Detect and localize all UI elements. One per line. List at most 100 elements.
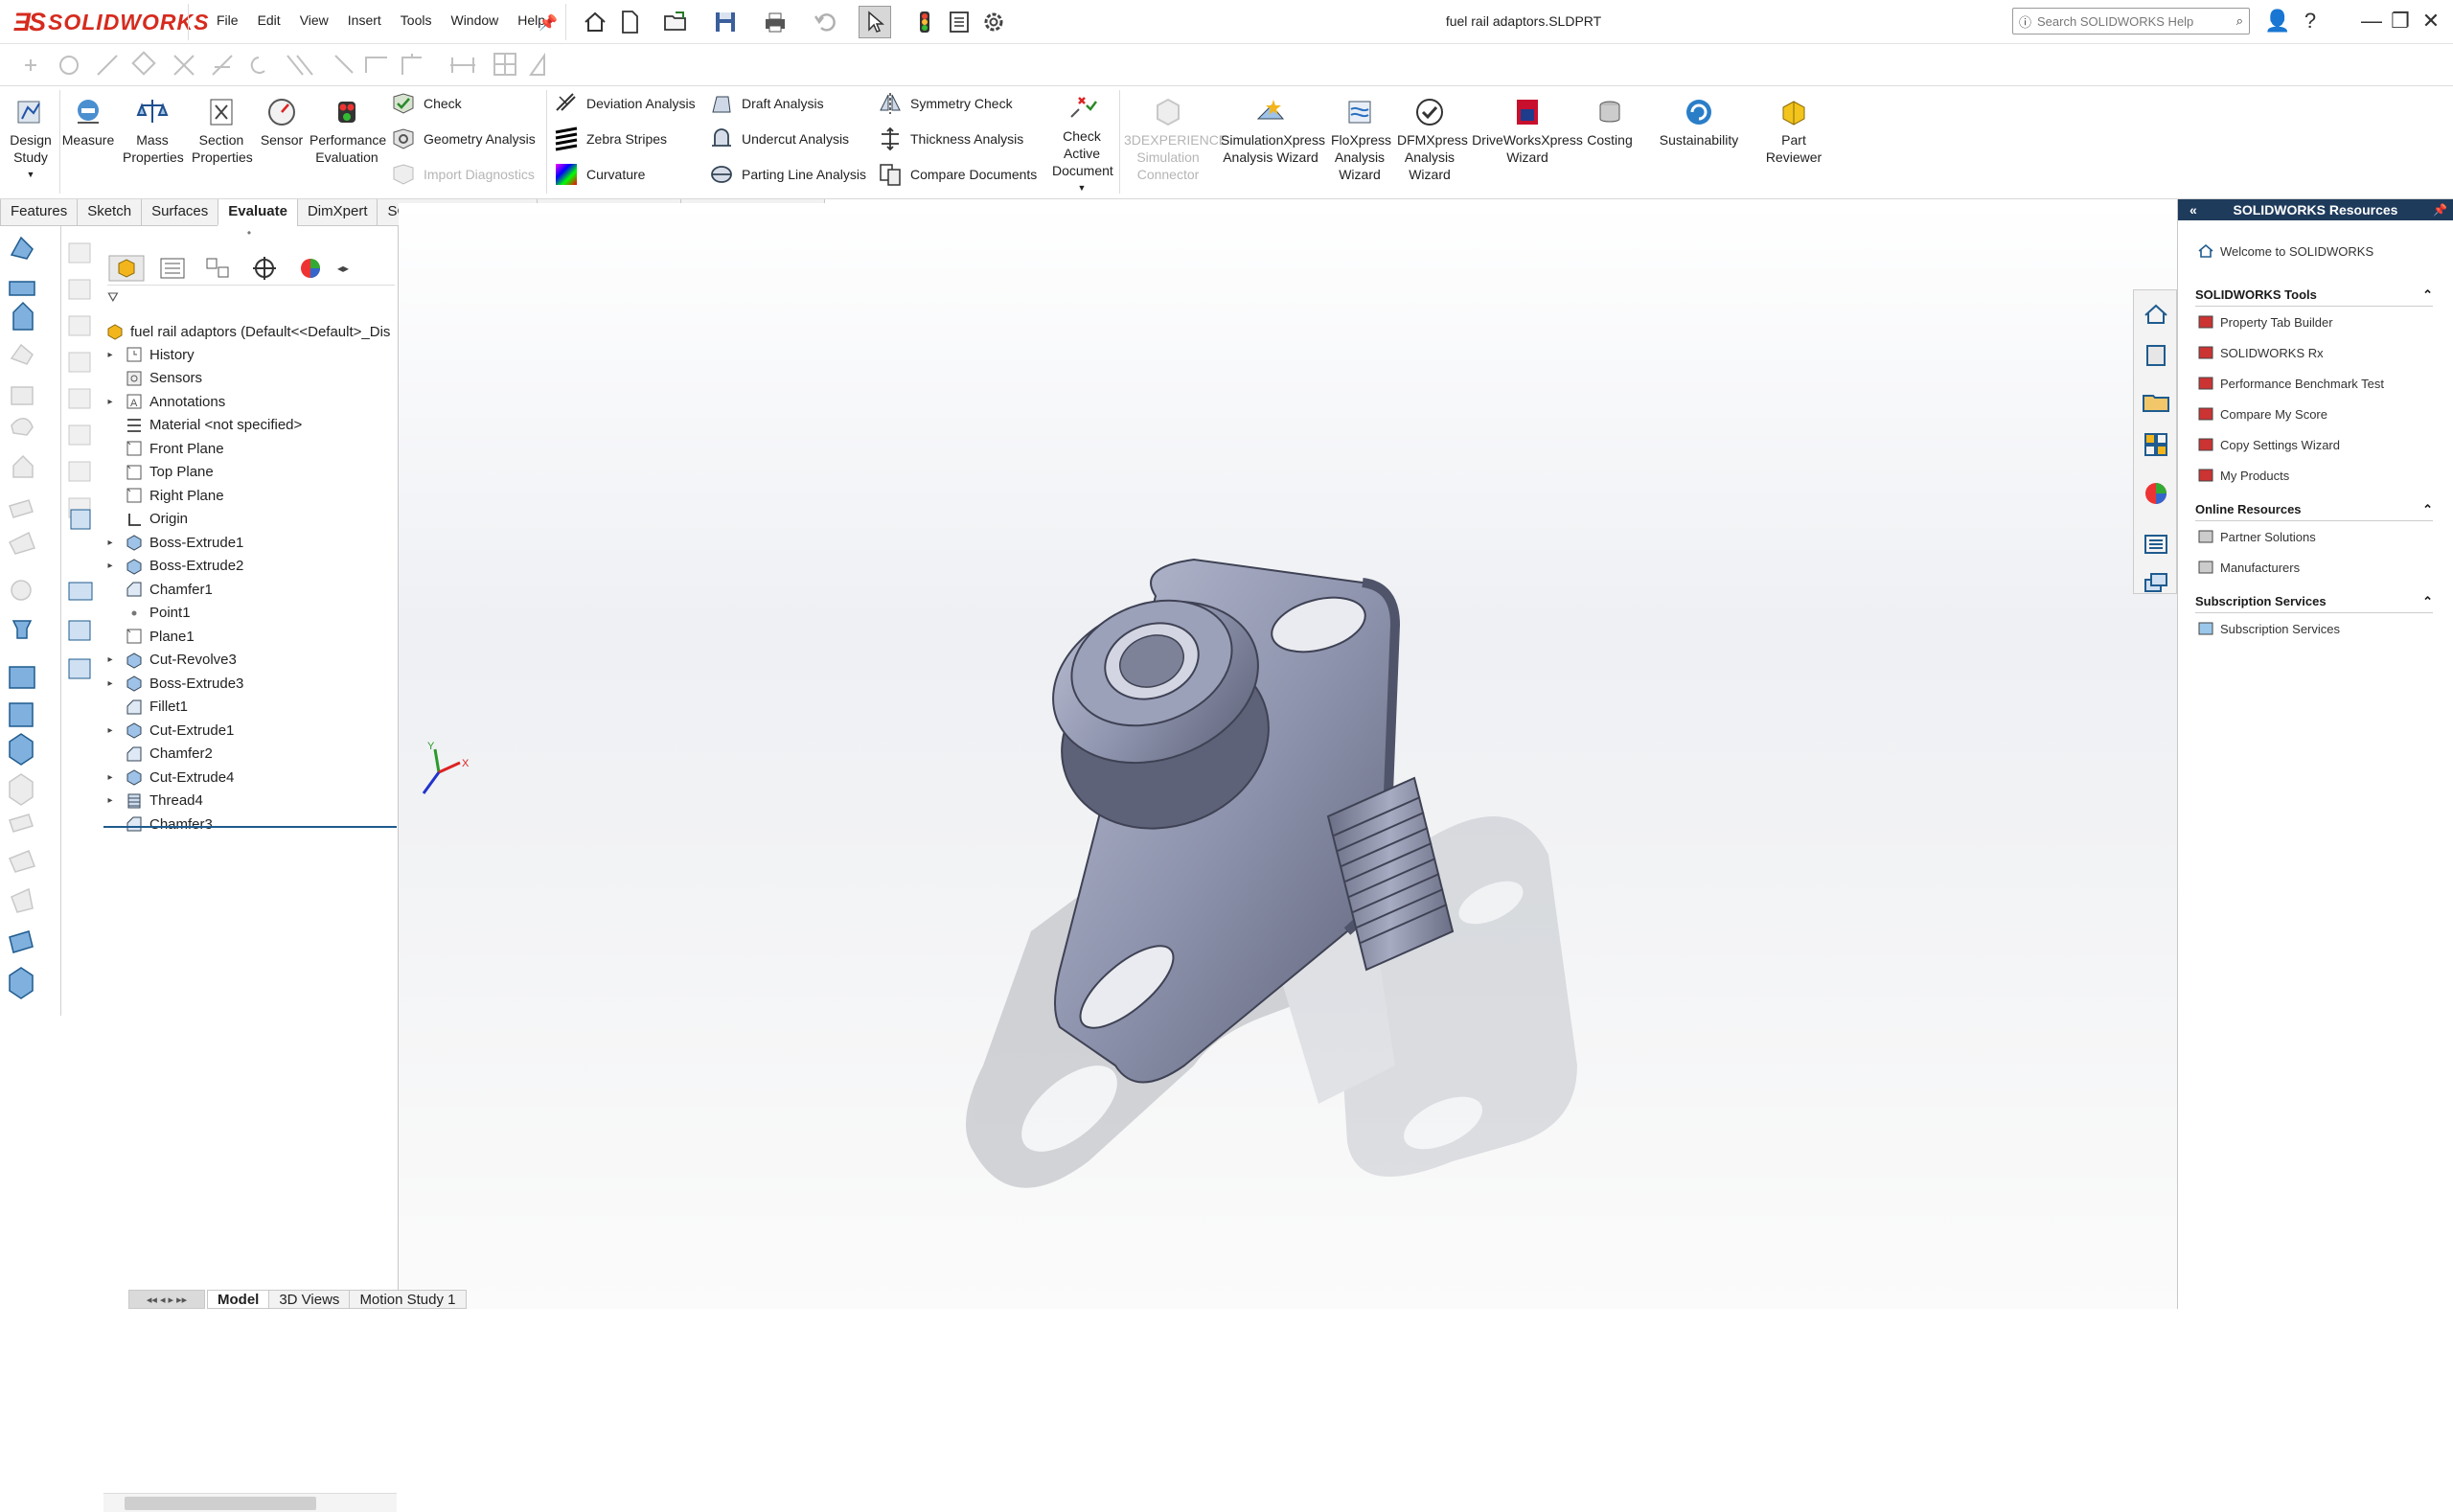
geometry-analysis-button[interactable]: Geometry Analysis xyxy=(391,127,536,150)
tree-item-cut-extrude1[interactable]: ▸ Cut-Extrude1 xyxy=(103,719,234,742)
tree-item-boss-extrude1[interactable]: ▸ Boss-Extrude1 xyxy=(103,531,243,554)
sustainability-button[interactable]: Sustainability xyxy=(1654,96,1744,149)
feature-tree-root[interactable]: fuel rail adaptors (Default<<Default>_Di… xyxy=(103,320,397,343)
tab-navigation-arrows[interactable]: ◂◂ ◂ ▸ ▸▸ xyxy=(128,1290,205,1309)
minimize-button[interactable]: — xyxy=(2357,6,2386,36)
user-icon[interactable]: 👤 xyxy=(2263,6,2292,36)
bottom-tab-model[interactable]: Model xyxy=(207,1290,270,1309)
design-study-button[interactable]: Design Study ▼ xyxy=(6,96,56,183)
resource-link-my-products[interactable]: My Products xyxy=(2197,460,2453,491)
resource-link-compare-my-score[interactable]: Compare My Score xyxy=(2197,399,2453,429)
symmetry-check-button[interactable]: Symmetry Check xyxy=(878,92,1037,115)
rollback-bar[interactable] xyxy=(103,826,397,828)
configurationmanager-tab-icon[interactable] xyxy=(199,254,238,283)
3dexperience-connector-button[interactable]: 3DEXPERIENCE Simulation Connector xyxy=(1121,96,1227,183)
welcome-link[interactable]: Welcome to SOLIDWORKS xyxy=(2197,236,2453,266)
expand-arrow-icon[interactable]: ▸ xyxy=(103,397,117,407)
close-button[interactable]: ✕ xyxy=(2417,6,2445,36)
resource-link-subscription-services[interactable]: Subscription Services xyxy=(2197,613,2453,644)
filter-icon[interactable]: ⛛ xyxy=(107,289,395,310)
bottom-tab-motion-study-1[interactable]: Motion Study 1 xyxy=(349,1290,467,1309)
tree-item-origin[interactable]: Origin xyxy=(103,508,188,531)
import-diagnostics-button[interactable]: Import Diagnostics xyxy=(391,163,536,186)
dfmxpress-button[interactable]: DFMXpress Analysis Wizard xyxy=(1391,96,1468,183)
menu-view[interactable]: View xyxy=(300,12,329,28)
tree-item-chamfer2[interactable]: Chamfer2 xyxy=(103,743,213,766)
expand-arrow-icon[interactable]: ▸ xyxy=(103,538,117,548)
home-icon[interactable] xyxy=(579,6,611,38)
tree-item-point1[interactable]: Point1 xyxy=(103,602,191,625)
undercut-analysis-button[interactable]: Undercut Analysis xyxy=(709,127,866,150)
open-icon[interactable] xyxy=(659,6,692,38)
tree-item-fillet1[interactable]: Fillet1 xyxy=(103,696,188,719)
tree-item-chamfer3[interactable]: Chamfer3 xyxy=(103,813,213,836)
tree-item-history[interactable]: ▸ History xyxy=(103,343,194,366)
collapse-section-icon[interactable]: ⌃ xyxy=(2422,287,2433,303)
3d-model-fuel-rail-adaptor[interactable]: Y X xyxy=(399,203,2177,1309)
resource-link-property-tab-builder[interactable]: Property Tab Builder xyxy=(2197,307,2453,337)
select-cursor-icon[interactable] xyxy=(859,6,891,38)
tab-scroll-arrows[interactable]: ◂▸ xyxy=(337,262,349,275)
expand-arrow-icon[interactable]: ▸ xyxy=(103,678,117,689)
parting-line-analysis-button[interactable]: Parting Line Analysis xyxy=(709,163,866,186)
file-properties-icon[interactable] xyxy=(943,6,975,38)
help-icon[interactable]: ? xyxy=(2296,6,2325,36)
menu-edit[interactable]: Edit xyxy=(258,12,281,28)
expand-arrow-icon[interactable]: ▸ xyxy=(103,725,117,736)
tree-item-chamfer1[interactable]: Chamfer1 xyxy=(103,578,213,601)
search-icon[interactable]: ⌕ xyxy=(2236,13,2243,29)
compare-documents-button[interactable]: Compare Documents xyxy=(878,163,1037,186)
menu-insert[interactable]: Insert xyxy=(348,12,381,28)
subscription-section-header[interactable]: Subscription Services ⌃ xyxy=(2195,590,2433,613)
check-active-document-button[interactable]: Check Active Document ▼ xyxy=(1048,92,1115,196)
tree-item-thread4[interactable]: ▸ Thread4 xyxy=(103,790,202,813)
tree-item-cut-revolve3[interactable]: ▸ Cut-Revolve3 xyxy=(103,649,237,672)
check-button[interactable]: Check xyxy=(391,92,536,115)
online-section-header[interactable]: Online Resources ⌃ xyxy=(2195,498,2433,521)
tree-item-material-not-specified[interactable]: Material <not specified> xyxy=(103,414,302,437)
tab-features[interactable]: Features xyxy=(0,199,79,226)
tab-evaluate[interactable]: Evaluate xyxy=(218,199,298,226)
menu-window[interactable]: Window xyxy=(450,12,498,28)
collapse-section-icon[interactable]: ⌃ xyxy=(2422,594,2433,609)
simulationxpress-button[interactable]: SimulationXpress Analysis Wizard xyxy=(1219,96,1325,166)
propertymanager-tab-icon[interactable] xyxy=(153,254,192,283)
graphics-area[interactable]: Y X xyxy=(399,203,2177,1309)
save-icon[interactable] xyxy=(709,6,742,38)
collapse-section-icon[interactable]: ⌃ xyxy=(2422,502,2433,517)
measure-button[interactable]: Measure xyxy=(61,96,115,149)
solidworks-logo[interactable]: ƎS SOLIDWORKS xyxy=(13,6,209,38)
tree-item-boss-extrude2[interactable]: ▸ Boss-Extrude2 xyxy=(103,555,243,578)
deviation-analysis-button[interactable]: Deviation Analysis xyxy=(554,92,696,115)
featuremanager-tab-icon[interactable] xyxy=(107,254,146,283)
resource-link-manufacturers[interactable]: Manufacturers xyxy=(2197,552,2453,583)
tree-item-cut-extrude4[interactable]: ▸ Cut-Extrude4 xyxy=(103,766,234,789)
floxpress-button[interactable]: FloXpress Analysis Wizard xyxy=(1322,96,1397,183)
menu-file[interactable]: File xyxy=(217,12,239,28)
thickness-analysis-button[interactable]: Thickness Analysis xyxy=(878,126,1037,151)
part-reviewer-button[interactable]: Part Reviewer xyxy=(1757,96,1830,166)
restore-button[interactable]: ❐ xyxy=(2386,6,2415,36)
collapse-arrows-icon[interactable]: « xyxy=(2189,202,2197,218)
resource-link-partner-solutions[interactable]: Partner Solutions xyxy=(2197,521,2453,552)
menu-tools[interactable]: Tools xyxy=(401,12,432,28)
section-properties-button[interactable]: Section Properties xyxy=(188,96,255,166)
expand-arrow-icon[interactable]: ▸ xyxy=(103,772,117,783)
mass-properties-button[interactable]: Mass Properties xyxy=(119,96,186,166)
displaymanager-tab-icon[interactable] xyxy=(291,254,330,283)
scroll-thumb[interactable] xyxy=(125,1497,316,1510)
expand-arrow-icon[interactable]: ▸ xyxy=(103,561,117,571)
rebuild-icon[interactable] xyxy=(908,6,941,38)
tree-item-front-plane[interactable]: Front Plane xyxy=(103,437,224,460)
zebra-stripes-button[interactable]: Zebra Stripes xyxy=(554,126,696,151)
help-search-box[interactable]: ⓘ Search SOLIDWORKS Help ⌕ xyxy=(2012,8,2250,34)
tools-section-header[interactable]: SOLIDWORKS Tools ⌃ xyxy=(2195,284,2433,307)
options-gear-icon[interactable] xyxy=(977,6,1010,38)
sensor-button[interactable]: Sensor xyxy=(257,96,307,149)
costing-button[interactable]: Costing xyxy=(1581,96,1639,149)
tree-item-annotations[interactable]: ▸ A Annotations xyxy=(103,390,225,413)
resource-link-solidworks-rx[interactable]: SOLIDWORKS Rx xyxy=(2197,337,2453,368)
bottom-tab-3d-views[interactable]: 3D Views xyxy=(268,1290,351,1309)
new-document-icon[interactable] xyxy=(613,6,646,38)
expand-arrow-icon[interactable]: ▸ xyxy=(103,795,117,806)
